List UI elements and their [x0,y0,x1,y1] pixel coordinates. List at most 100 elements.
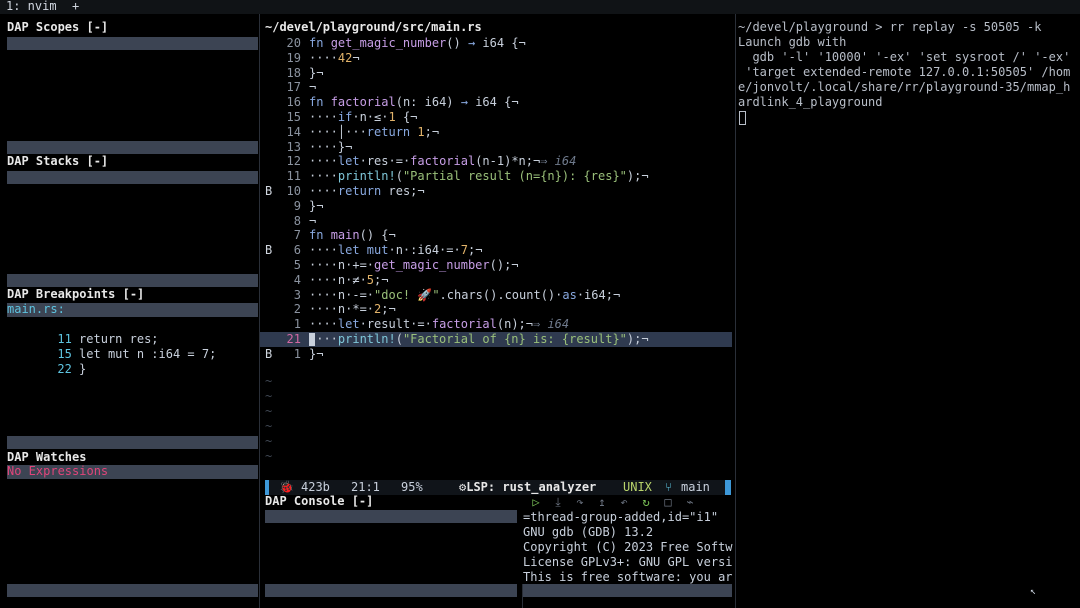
empty-line-marker: ~ [265,374,273,388]
dap-breakpoints-title: DAP Breakpoints [-] [7,287,145,301]
dap-stacks-footer [7,274,258,287]
tmux-status-bar: 1: nvim + [0,0,1080,14]
lsp-status: ⚙LSP: rust_analyzer [459,480,597,494]
code-line[interactable]: 2 ····n·*=·2;¬ [260,302,732,317]
code-line[interactable]: B 10 ····return res;¬ [260,184,732,199]
step-over-icon[interactable]: ⤓ [547,495,569,510]
tmux-tab[interactable]: 1: nvim [6,0,57,14]
code-text: ¬ [309,80,317,95]
breakpoint-sign[interactable]: B [265,347,272,362]
terminal-line: ~/devel/playground > rr replay -s 50505 … [738,20,1042,34]
code-text: fn factorial(n: i64) → i64 {¬ [309,95,519,110]
dap-console-footer-right [523,584,732,597]
breakpoint-line: 22 [57,362,72,376]
code-text: ····42¬ [309,50,360,65]
gdb-line: =thread-group-added,id="i1" [523,510,719,524]
gdb-line: Copyright (C) 2023 Free Softw [523,540,733,554]
line-number: 11 [286,169,301,184]
line-number: 19 [286,50,301,65]
editor-pane[interactable]: ~/devel/playground/src/main.rs 20 fn get_… [260,14,734,480]
code-line[interactable]: 20 fn get_magic_number() → i64 {¬ [260,36,732,51]
code-line[interactable]: B 1}¬ [260,347,732,362]
empty-line-marker: ~ [265,419,273,433]
dap-console-footer-left [265,584,517,597]
dap-console-pane[interactable]: DAP Console [-] ▷ ⤓ ↷ ↥ ↶ ↻ □ ⌁ =thread-group-a… [260,494,734,608]
line-number: 13 [286,139,301,154]
restart-icon[interactable]: ↻ [635,495,657,509]
dap-stacks-title: DAP Stacks [-] [7,154,109,168]
code-line[interactable]: 15 ····if·n·≤·1 {¬ [260,110,732,125]
code-line[interactable]: 19 ····42¬ [260,51,732,66]
empty-line-marker: ~ [265,389,273,403]
breakpoint-item[interactable]: 11 return res; [14,317,254,346]
play-icon[interactable]: ▷ [525,495,547,509]
gdb-line: This is free software: you ar [523,570,733,584]
line-number: 20 [286,36,301,50]
line-number: 16 [286,95,301,110]
code-text: ····n·*=·2;¬ [309,302,396,317]
line-number: 3 [293,287,301,302]
stop-icon[interactable]: □ [657,495,679,509]
code-text: fn get_magic_number() → i64 {¬ [309,36,526,50]
code-line[interactable]: 11 ····println!("Partial result (n={n}): … [260,169,732,184]
code-line[interactable]: 12 ····let·res·=·factorial(n-1)*n;¬⇒ i64 [260,154,732,169]
code-line[interactable]: 8 ¬ [260,214,732,229]
current-code-line[interactable]: 21 ····println!("Factorial of {n} is: {re… [260,332,732,347]
code-text: ····}¬ [309,139,353,154]
code-line[interactable]: 5 ····n·+=·get_magic_number();¬ [260,258,732,273]
statusline: 🐞 423b 21:1 95% ⚙LSP: rust_analyzer UNIX… [265,480,731,495]
code-line[interactable]: 7 fn main() {¬ [260,228,732,243]
code-text: ····n·≠·5;¬ [309,272,389,287]
breakpoints-file-row[interactable]: main.rs: [7,302,258,317]
empty-line-marker: ~ [265,434,273,448]
code-line[interactable]: 18}¬ [260,66,732,81]
tmux-new-tab[interactable]: + [72,0,79,14]
dap-controls: ▷ ⤓ ↷ ↥ ↶ ↻ □ ⌁ [525,495,701,510]
code-line[interactable]: 16 fn factorial(n: i64) → i64 {¬ [260,95,732,110]
code-line[interactable]: 17 ¬ [260,80,732,95]
code-line[interactable]: B 6 ····let mut·n·:i64·=·7;¬ [260,243,732,258]
step-into-icon[interactable]: ↷ [569,495,591,509]
terminal-pane[interactable]: ~/devel/playground > rr replay -s 50505 … [738,20,1078,608]
pane-divider [735,14,736,608]
code-text: ····let·result·=·factorial(n);¬⇒ i64 [309,317,570,332]
breakpoint-item[interactable]: 22 } [14,347,254,376]
breakpoint-sign[interactable]: B [265,184,272,199]
git-branch: main [681,480,710,494]
watches-empty-row: No Expressions [7,464,258,479]
line-number: 17 [286,80,301,95]
code-line[interactable]: 4 ····n·≠·5;¬ [260,273,732,288]
file-size: 423b [301,480,330,494]
empty-line-marker: ~ [265,449,273,463]
code-line[interactable]: 14 ····│···return 1;¬ [260,125,732,140]
line-number: 10 [286,184,301,198]
statusline-mode-indicator [265,480,269,495]
code-text: ····println!("Partial result (n={n}): {r… [309,169,649,184]
code-text: ····n·-=·"doc! 🚀".chars().count()·as·i64… [309,287,621,302]
line-number: 4 [293,272,301,287]
code-line[interactable]: 9}¬ [260,199,732,214]
breakpoint-text: } [79,362,87,376]
code-line[interactable]: 13 ····}¬ [260,140,732,155]
dap-console-bar [265,510,517,523]
code-text: }¬ [309,65,324,80]
git-branch-icon: ⑂ [665,480,673,494]
step-back-icon[interactable]: ↶ [613,495,635,509]
disconnect-icon[interactable]: ⌁ [679,495,701,509]
watches-empty-text: No Expressions [7,464,109,478]
line-number: 14 [286,124,301,139]
code-text: ····let·res·=·factorial(n-1)*n;¬⇒ i64 [309,154,577,169]
terminal-line: 'target extended-remote 127.0.0.1:50505'… [738,65,1071,79]
step-out-icon[interactable]: ↥ [591,495,613,509]
mouse-pointer-icon: ↖ [1030,586,1037,597]
dap-breakpoints-footer [7,436,258,449]
breakpoint-item[interactable]: 15 let mut n :i64 = 7; [14,332,254,361]
line-number: 5 [293,258,301,272]
breakpoint-sign[interactable]: B [265,243,272,258]
empty-line-marker: ~ [265,404,273,418]
code-line[interactable]: 3 ····n·-=·"doc! 🚀".chars().count()·as·i6… [260,288,732,303]
code-text: ····│···return 1;¬ [309,124,440,139]
terminal-cursor [739,111,746,125]
code-line[interactable]: 1 ····let·result·=·factorial(n);¬⇒ i64 [260,317,732,332]
terminal-line: gdb '-l' '10000' '-ex' 'set sysroot /' '… [738,50,1071,64]
